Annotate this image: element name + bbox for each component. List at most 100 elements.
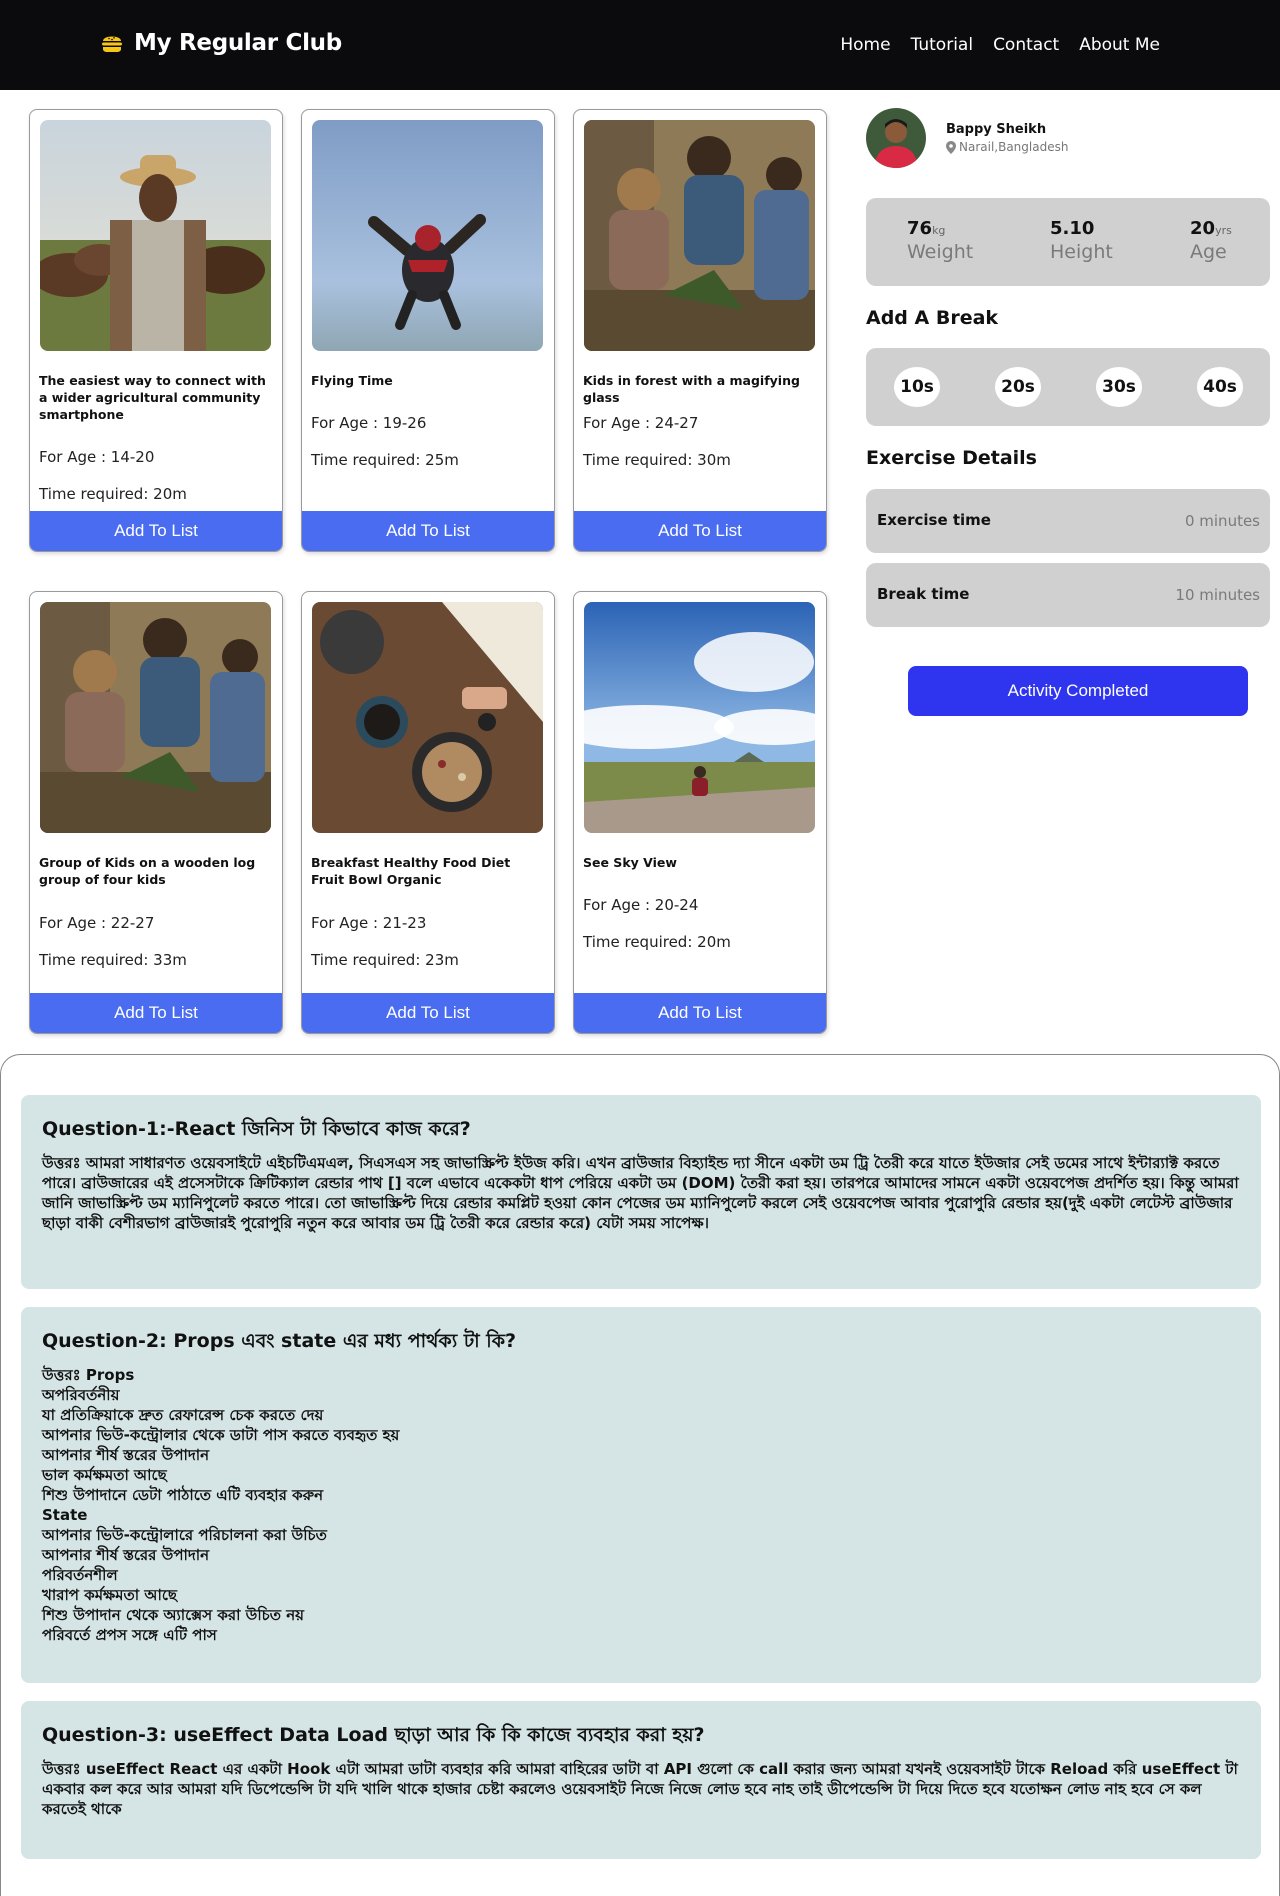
card-age-range: For Age : 22-27	[39, 914, 155, 932]
answer-line: আপনার ভিউ-কন্ট্রোলারে পরিচালনা করা উচিত	[42, 1526, 327, 1544]
qa-section: Question-1:-React জিনিস টা কিভাবে কাজ কর…	[0, 1054, 1280, 1896]
body-stats: 76kg Weight 5.10 Height 20yrs Age	[866, 198, 1270, 286]
break-time-value: 10 minutes	[1175, 586, 1260, 604]
activity-card: The easiest way to connect with a wider …	[29, 109, 283, 552]
answer-line: যা প্রতিক্রিয়াকে দ্রুত রেফারেন্স চেক কর…	[42, 1406, 324, 1424]
exercise-time-row: Exercise time 0 minutes	[866, 489, 1270, 553]
card-time-required: Time required: 25m	[311, 451, 459, 469]
activity-completed-button[interactable]: Activity Completed	[908, 666, 1248, 716]
card-title: See Sky View	[583, 855, 677, 870]
question-title: Question-1:-React জিনিস টা কিভাবে কাজ কর…	[42, 1118, 471, 1140]
break-time-label: Break time	[877, 585, 970, 603]
question-title: Question-3: useEffect Data Load ছাড়া আর…	[42, 1724, 705, 1746]
stat-unit: kg	[932, 224, 946, 237]
location-pin-icon	[946, 140, 956, 154]
activity-card: Group of Kids on a wooden log group of f…	[29, 591, 283, 1034]
nav-link-tutorial[interactable]: Tutorial	[911, 35, 974, 55]
nav-link-home[interactable]: Home	[840, 35, 890, 55]
answer-line: অপরিবর্তনীয়	[42, 1386, 120, 1404]
answer-line: শিশু উপাদানে ডেটা পাঠাতে এটি ব্যবহার করু…	[42, 1486, 324, 1504]
break-20s-button[interactable]: 20s	[995, 367, 1041, 407]
card-time-required: Time required: 20m	[583, 933, 731, 951]
card-age-range: For Age : 21-23	[311, 914, 427, 932]
card-time-required: Time required: 33m	[39, 951, 187, 969]
break-40s-button[interactable]: 40s	[1197, 367, 1243, 407]
stat-value: 76	[907, 218, 933, 239]
question-title: Question-2: Props এবং state এর মধ্য পার্…	[42, 1330, 517, 1352]
stat-label: Weight	[907, 241, 974, 263]
qa-block-2: Question-2: Props এবং state এর মধ্য পার্…	[21, 1307, 1261, 1683]
answer-line: আপনার শীর্ষ স্তরের উপাদান	[42, 1446, 210, 1464]
stat-age: 20yrs Age	[1190, 218, 1232, 263]
answer-line: ভাল কর্মক্ষমতা আছে	[42, 1466, 167, 1484]
top-navbar: My Regular Club Home Tutorial Contact Ab…	[0, 0, 1280, 90]
profile-location-text: Narail,Bangladesh	[959, 140, 1069, 154]
card-time-required: Time required: 20m	[39, 485, 187, 503]
answer-line: খারাপ কর্মক্ষমতা আছে	[42, 1586, 177, 1604]
card-title: Breakfast Healthy Food Diet Fruit Bowl O…	[311, 855, 511, 887]
activity-card: See Sky View For Age : 20-24 Time requir…	[573, 591, 827, 1034]
card-time-required: Time required: 23m	[311, 951, 459, 969]
add-break-heading: Add A Break	[866, 307, 999, 329]
nav-link-about-me[interactable]: About Me	[1079, 35, 1160, 55]
card-image-kids-log	[40, 602, 271, 833]
qa-block-3: Question-3: useEffect Data Load ছাড়া আর…	[21, 1701, 1261, 1859]
stat-label: Age	[1190, 241, 1227, 263]
add-to-list-button[interactable]: Add To List	[574, 511, 826, 551]
brand-name: My Regular Club	[134, 30, 342, 56]
activity-card: Flying Time For Age : 19-26 Time require…	[301, 109, 555, 552]
card-time-required: Time required: 30m	[583, 451, 731, 469]
profile-location: Narail,Bangladesh	[946, 140, 1146, 154]
exercise-time-label: Exercise time	[877, 511, 991, 529]
stat-unit: yrs	[1215, 224, 1232, 237]
qa-block-1: Question-1:-React জিনিস টা কিভাবে কাজ কর…	[21, 1095, 1261, 1289]
card-age-range: For Age : 19-26	[311, 414, 427, 432]
break-options: 10s 20s 30s 40s	[866, 348, 1270, 426]
card-image-breakfast	[312, 602, 543, 833]
card-image-kids-forest	[584, 120, 815, 351]
activity-card: Breakfast Healthy Food Diet Fruit Bowl O…	[301, 591, 555, 1034]
card-age-range: For Age : 20-24	[583, 896, 699, 914]
add-to-list-button[interactable]: Add To List	[302, 993, 554, 1033]
stat-value: 5.10	[1050, 218, 1095, 239]
break-time-row: Break time 10 minutes	[866, 563, 1270, 627]
answer-line: আপনার ভিউ-কন্ট্রোলার থেকে ডাটা পাস করতে …	[42, 1426, 400, 1444]
card-image-farmer	[40, 120, 271, 351]
answer-list: উত্তরঃ Props অপরিবর্তনীয় যা প্রতিক্রিয়…	[42, 1365, 1242, 1645]
answer-line: পরিবর্তনশীল	[42, 1566, 118, 1584]
activity-card: Kids in forest with a magifying glass Fo…	[573, 109, 827, 552]
add-to-list-button[interactable]: Add To List	[30, 511, 282, 551]
exercise-details-heading: Exercise Details	[866, 447, 1037, 469]
answer-line: State	[42, 1506, 88, 1524]
burger-icon	[102, 36, 122, 52]
card-age-range: For Age : 14-20	[39, 448, 155, 466]
stat-weight: 76kg Weight	[907, 218, 973, 263]
card-age-range: For Age : 24-27	[583, 414, 699, 432]
stat-height: 5.10 Height	[1050, 218, 1113, 263]
break-30s-button[interactable]: 30s	[1096, 367, 1142, 407]
nav-link-contact[interactable]: Contact	[993, 35, 1059, 55]
answer-line: পরিবর্তে প্রপস সঙ্গে এটি পাস	[42, 1626, 217, 1644]
card-title: Group of Kids on a wooden log group of f…	[39, 855, 256, 887]
avatar	[866, 108, 926, 168]
answer-line: আপনার শীর্ষ স্তরের উপাদান	[42, 1546, 210, 1564]
stat-label: Height	[1050, 241, 1113, 263]
add-to-list-button[interactable]: Add To List	[574, 993, 826, 1033]
answer-text: উত্তরঃ আমরা সাধারণত ওয়েবসাইটে এইচটিএমএল…	[42, 1154, 1239, 1232]
break-10s-button[interactable]: 10s	[894, 367, 940, 407]
stat-value: 20	[1190, 218, 1216, 239]
card-title: Kids in forest with a magifying glass	[583, 373, 800, 405]
card-image-skydiver	[312, 120, 543, 351]
brand[interactable]: My Regular Club	[100, 30, 342, 56]
profile-name: Bappy Sheikh	[946, 122, 1047, 137]
card-title: The easiest way to connect with a wider …	[39, 373, 266, 422]
answer-line: উত্তরঃ Props	[42, 1366, 135, 1384]
card-title: Flying Time	[311, 373, 393, 388]
nav-links: Home Tutorial Contact About Me	[840, 35, 1160, 55]
answer-line: শিশু উপাদান থেকে অ্যাক্সেস করা উচিত নয়	[42, 1606, 304, 1624]
add-to-list-button[interactable]: Add To List	[302, 511, 554, 551]
add-to-list-button[interactable]: Add To List	[30, 993, 282, 1033]
answer-text: উত্তরঃ useEffect React এর একটা Hook এটা …	[42, 1760, 1238, 1818]
exercise-time-value: 0 minutes	[1184, 512, 1260, 530]
card-image-sky-view	[584, 602, 815, 833]
